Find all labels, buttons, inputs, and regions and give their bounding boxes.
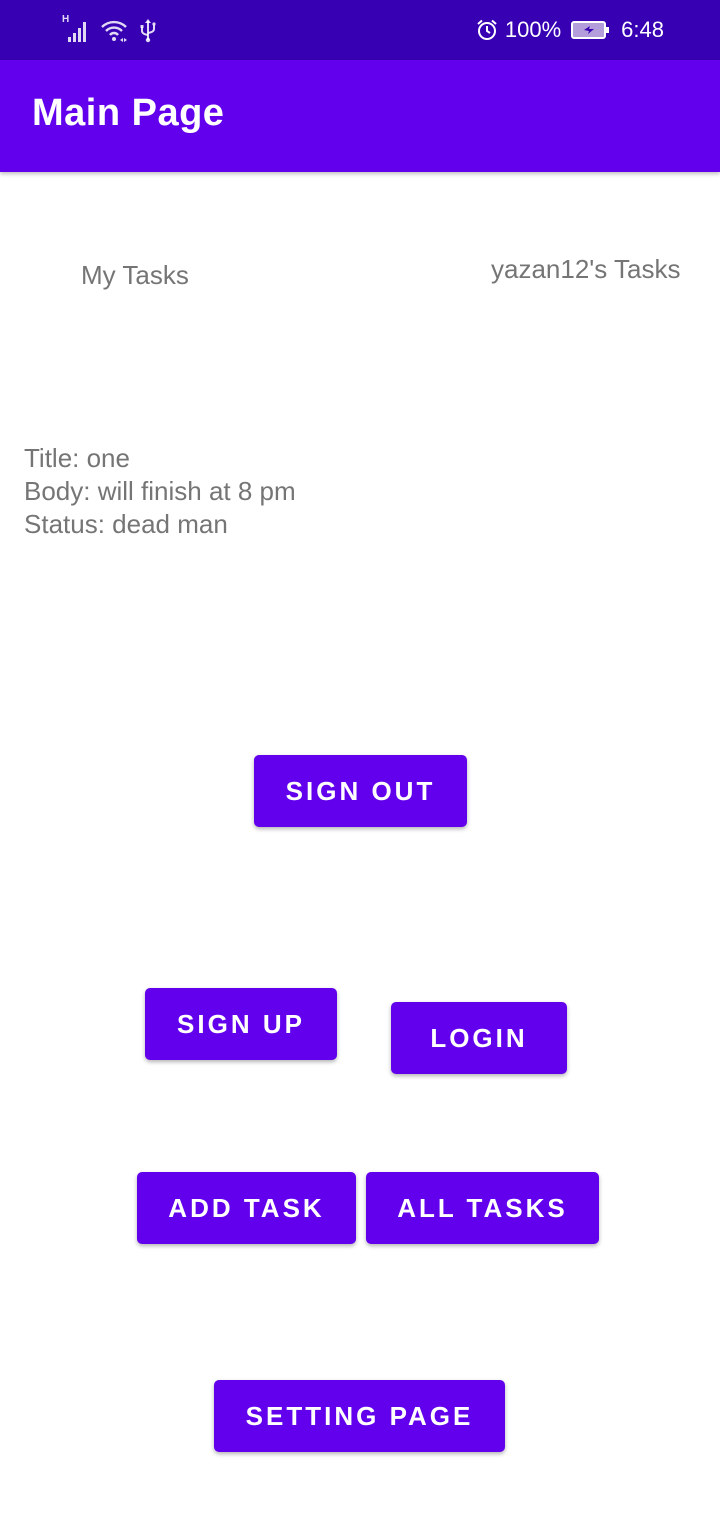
- my-tasks-label: My Tasks: [81, 260, 189, 290]
- wifi-icon: [99, 18, 129, 44]
- sign-up-button[interactable]: SIGN UP: [145, 988, 337, 1060]
- battery-charging-icon: [571, 19, 611, 41]
- login-button[interactable]: LOGIN: [391, 1002, 567, 1074]
- task-body: Body: will finish at 8 pm: [24, 476, 296, 506]
- app-bar: Main Page: [0, 60, 720, 172]
- status-bar: H 100% 6:48: [0, 0, 720, 60]
- page-title: Main Page: [32, 92, 225, 134]
- status-right-icons: 100% 6:48: [475, 14, 664, 46]
- usb-icon: [138, 18, 158, 44]
- signal-icon: H: [62, 14, 90, 44]
- task-item[interactable]: Title: one Body: will finish at 8 pm Sta…: [24, 442, 296, 541]
- sign-out-button[interactable]: SIGN OUT: [254, 755, 467, 827]
- all-tasks-button[interactable]: ALL TASKS: [366, 1172, 599, 1244]
- add-task-button[interactable]: ADD TASK: [137, 1172, 356, 1244]
- task-title: Title: one: [24, 443, 130, 473]
- user-tasks-label: yazan12's Tasks: [491, 254, 681, 284]
- battery-percent: 100%: [504, 17, 562, 42]
- alarm-icon: [475, 18, 499, 42]
- status-left-icons: H: [62, 14, 158, 45]
- clock-time: 6:48: [621, 17, 664, 42]
- setting-page-button[interactable]: SETTING PAGE: [214, 1380, 505, 1452]
- task-status: Status: dead man: [24, 509, 228, 539]
